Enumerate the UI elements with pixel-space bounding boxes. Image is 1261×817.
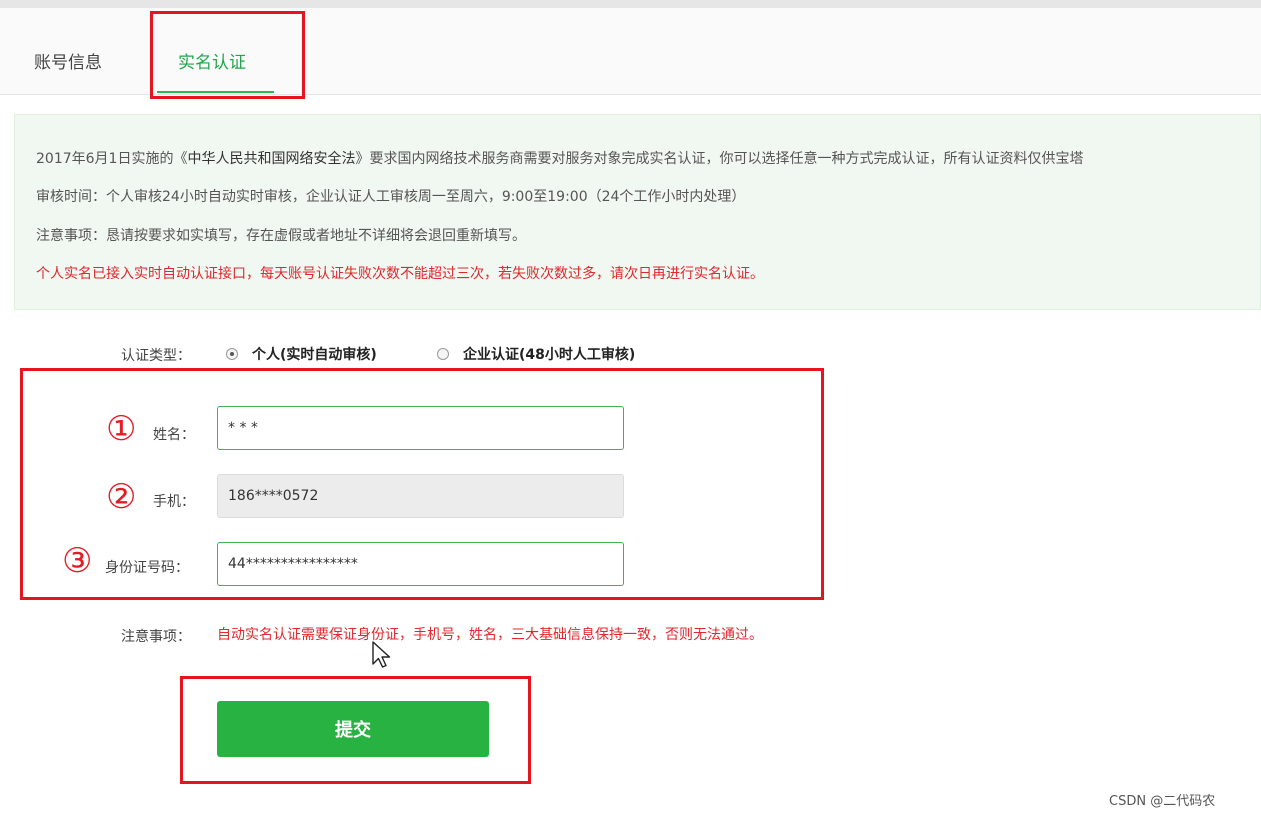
radio-enterprise-dot[interactable] <box>437 348 449 360</box>
notice-panel: 2017年6月1日实施的《中华人民共和国网络安全法》要求国内网络技术服务商需要对… <box>14 114 1261 310</box>
name-input[interactable]: * * * <box>217 406 624 450</box>
tab-account-info[interactable]: 账号信息 <box>34 48 102 73</box>
marker-one: ① <box>106 409 137 449</box>
id-number-label: 身份证号码： <box>105 560 189 576</box>
notice-line-attention: 注意事项：恳请按要求如实填写，存在虚假或者地址不详细将会退回重新填写。 <box>36 228 526 244</box>
note-text: 自动实名认证需要保证身份证，手机号，姓名，三大基础信息保持一致，否则无法通过。 <box>217 627 763 643</box>
radio-enterprise[interactable]: 企业认证(48小时人工审核) <box>437 344 635 364</box>
mouse-cursor-icon <box>372 641 391 668</box>
id-number-input[interactable]: 44**************** <box>217 542 624 586</box>
notice-line-law: 2017年6月1日实施的《中华人民共和国网络安全法》要求国内网络技术服务商需要对… <box>36 148 1083 168</box>
radio-enterprise-label: 企业认证(48小时人工审核) <box>463 347 636 363</box>
marker-three: ③ <box>62 541 93 581</box>
marker-two: ② <box>106 477 137 517</box>
radio-personal[interactable]: 个人(实时自动审核) <box>226 344 377 364</box>
highlight-box-tab <box>150 11 305 99</box>
auth-type-label: 认证类型： <box>121 348 191 364</box>
notice-line-review-time: 审核时间：个人审核24小时自动实时审核，企业认证人工审核周一至周六，9:00至1… <box>36 189 746 205</box>
radio-personal-label: 个人(实时自动审核) <box>252 347 377 363</box>
phone-input: 186****0572 <box>217 474 624 518</box>
phone-label: 手机： <box>153 494 195 510</box>
submit-button[interactable]: 提交 <box>217 701 489 757</box>
notice-line-warning: 个人实名已接入实时自动认证接口，每天账号认证失败次数不能超过三次，若失败次数过多… <box>36 266 764 282</box>
radio-personal-dot[interactable] <box>226 348 238 360</box>
top-bar <box>0 0 1261 8</box>
law-link[interactable]: 中华人民共和国网络安全法 <box>187 151 355 167</box>
watermark: CSDN @二代码农 <box>1109 794 1216 809</box>
note-label: 注意事项： <box>121 629 191 645</box>
notice-line1-suffix: 》要求国内网络技术服务商需要对服务对象完成实名认证，你可以选择任意一种方式完成认… <box>355 151 1084 167</box>
name-label: 姓名： <box>153 427 195 443</box>
notice-line1-prefix: 2017年6月1日实施的《 <box>36 151 188 167</box>
